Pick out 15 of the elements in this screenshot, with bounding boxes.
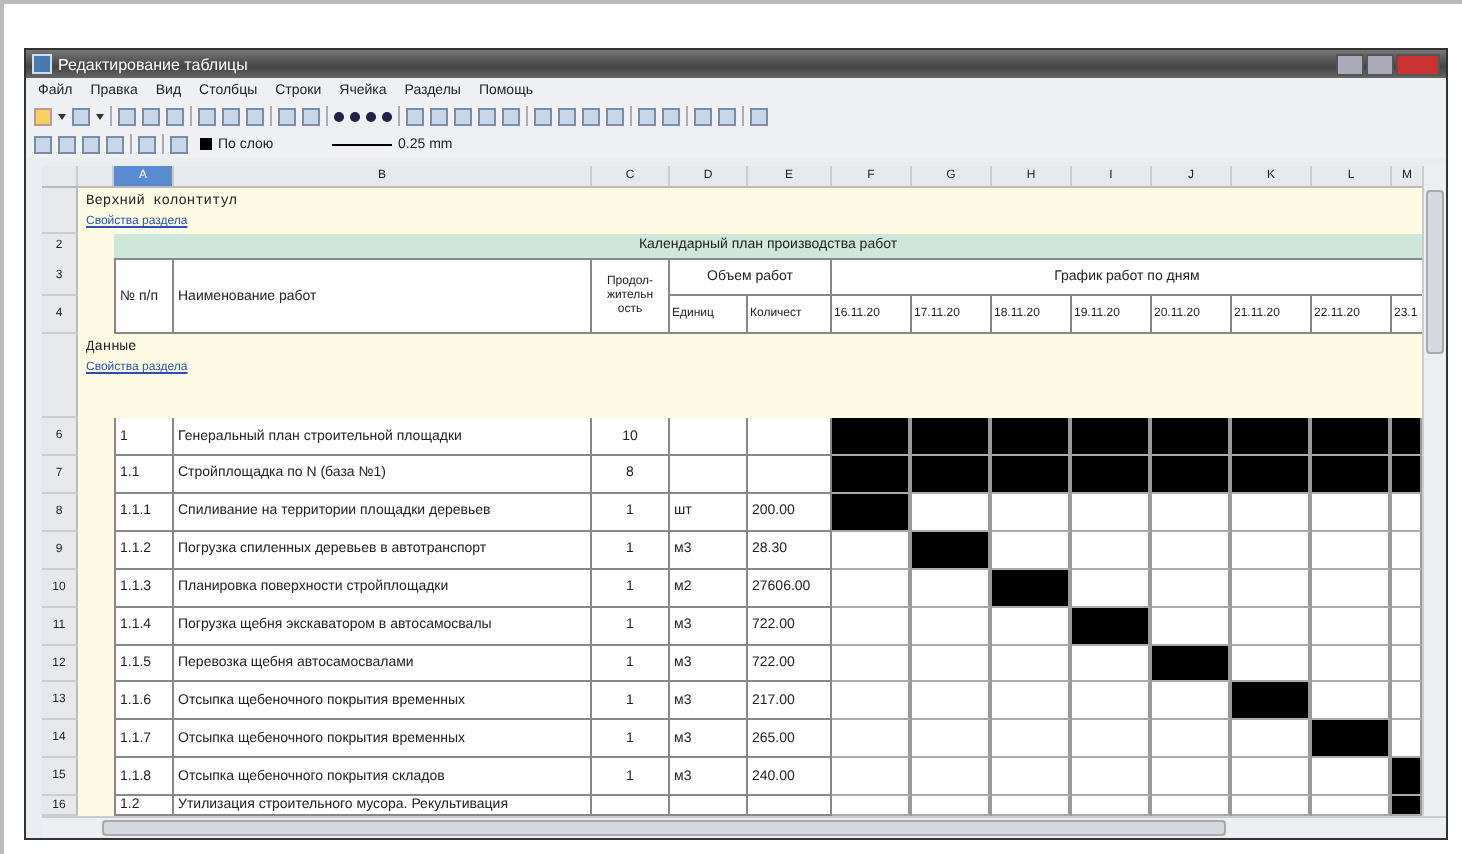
table-cell	[670, 796, 748, 816]
table-cell	[592, 796, 670, 816]
table-cell	[670, 456, 748, 494]
vertical-scrollbar[interactable]	[1422, 166, 1446, 816]
window-title: Редактирование таблицы	[58, 55, 250, 73]
minimize-button[interactable]	[1336, 53, 1364, 75]
row-header	[42, 334, 78, 419]
table-cell	[670, 418, 748, 457]
horizontal-scrollbar[interactable]	[42, 816, 1446, 838]
maximize-button[interactable]	[1366, 53, 1394, 75]
margin-cell	[78, 796, 114, 816]
app-icon	[32, 54, 52, 74]
table-cell	[748, 456, 832, 494]
table-cell	[748, 418, 832, 457]
table-cell	[748, 796, 832, 816]
